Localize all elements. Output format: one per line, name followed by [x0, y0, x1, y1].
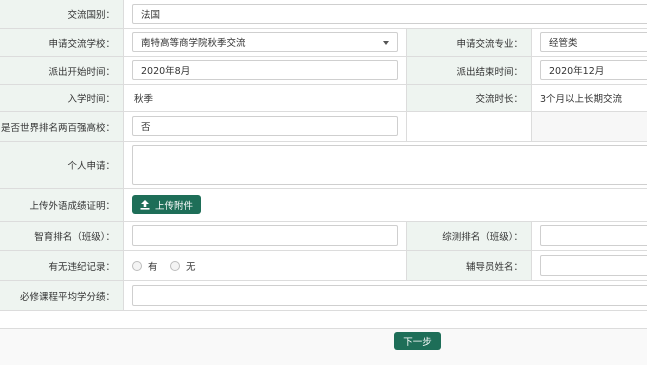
row-country: 交流国别： 法国 [0, 0, 647, 29]
start-input[interactable]: 2020年8月 [132, 60, 398, 80]
radio-yes[interactable] [132, 260, 142, 271]
school-cell: 南特高等商学院秋季交流 [124, 29, 406, 56]
upload-icon [140, 199, 150, 210]
next-button[interactable]: 下一步 [394, 332, 441, 350]
top200-empty-cell [532, 112, 647, 141]
statement-cell [124, 142, 647, 188]
overall-rank-cell [532, 222, 647, 250]
radio-yes-label: 有 [148, 261, 158, 273]
duration-value: 3个月以上长期交流 [540, 94, 623, 105]
gpa-input[interactable] [132, 285, 647, 306]
chevron-down-icon [383, 41, 389, 45]
row-school: 申请交流学校： 南特高等商学院秋季交流 申请交流专业： 经管类 [0, 29, 647, 57]
school-select[interactable]: 南特高等商学院秋季交流 [132, 32, 398, 52]
counselor-cell [532, 251, 647, 280]
entry-label: 入学时间： [0, 85, 124, 111]
radio-no[interactable] [170, 260, 180, 271]
gpa-label: 必修课程平均学分绩： [0, 281, 124, 310]
statement-textarea[interactable] [132, 145, 647, 185]
radio-no-label: 无 [186, 261, 196, 273]
counselor-label: 辅导员姓名： [406, 251, 532, 280]
entry-value: 秋季 [134, 94, 154, 105]
upload-button-label: 上传附件 [154, 200, 193, 212]
exchange-application-form: 交流国别： 法国 申请交流学校： 南特高等商学院秋季交流 申请交流专业： 经管类… [0, 0, 647, 365]
form-footer: 下一步 [0, 328, 647, 365]
duration-label: 交流时长： [406, 85, 532, 111]
row-upload: 上传外语成绩证明： 上传附件 [0, 189, 647, 222]
country-cell: 法国 [124, 0, 647, 28]
gpa-cell [124, 281, 647, 310]
start-label: 派出开始时间： [0, 57, 124, 84]
row-top200: 是否世界排名两百强高校： 否 [0, 112, 647, 142]
row-dates: 派出开始时间： 2020年8月 派出结束时间： 2020年12月 [0, 57, 647, 85]
counselor-input[interactable] [540, 255, 647, 276]
major-cell: 经管类 [532, 29, 647, 56]
duration-cell: 3个月以上长期交流 [532, 85, 647, 111]
top200-cell: 否 [124, 112, 406, 141]
violation-option-no[interactable]: 无 [170, 251, 196, 280]
school-select-value: 南特高等商学院秋季交流 [141, 38, 246, 49]
top200-empty-label [406, 112, 532, 141]
end-input[interactable]: 2020年12月 [540, 60, 647, 80]
moral-rank-cell [124, 222, 406, 250]
violation-option-yes[interactable]: 有 [132, 251, 158, 280]
row-violation: 有无违纪记录： 有 无 辅导员姓名： [0, 251, 647, 281]
end-cell: 2020年12月 [532, 57, 647, 84]
major-input[interactable]: 经管类 [540, 32, 647, 52]
top200-input[interactable]: 否 [132, 116, 398, 136]
row-ranks: 智育排名（班级）： 综测排名（班级）： [0, 222, 647, 251]
start-cell: 2020年8月 [124, 57, 406, 84]
entry-cell: 秋季 [124, 85, 406, 111]
country-label: 交流国别： [0, 0, 124, 28]
school-label: 申请交流学校： [0, 29, 124, 56]
end-label: 派出结束时间： [406, 57, 532, 84]
moral-rank-label: 智育排名（班级）： [0, 222, 124, 250]
upload-label: 上传外语成绩证明： [0, 189, 124, 221]
country-input[interactable]: 法国 [132, 4, 647, 24]
violation-label: 有无违纪记录： [0, 251, 124, 280]
upload-button[interactable]: 上传附件 [132, 195, 201, 214]
moral-rank-input[interactable] [132, 225, 398, 246]
row-statement: 个人申请： [0, 142, 647, 189]
upload-cell: 上传附件 [124, 189, 647, 221]
top200-label: 是否世界排名两百强高校： [0, 112, 124, 141]
overall-rank-label: 综测排名（班级）： [406, 222, 532, 250]
overall-rank-input[interactable] [540, 225, 647, 246]
row-entry: 入学时间： 秋季 交流时长： 3个月以上长期交流 [0, 85, 647, 112]
statement-label: 个人申请： [0, 142, 124, 188]
major-label: 申请交流专业： [406, 29, 532, 56]
violation-cell: 有 无 [124, 251, 406, 280]
row-gpa: 必修课程平均学分绩： [0, 281, 647, 311]
